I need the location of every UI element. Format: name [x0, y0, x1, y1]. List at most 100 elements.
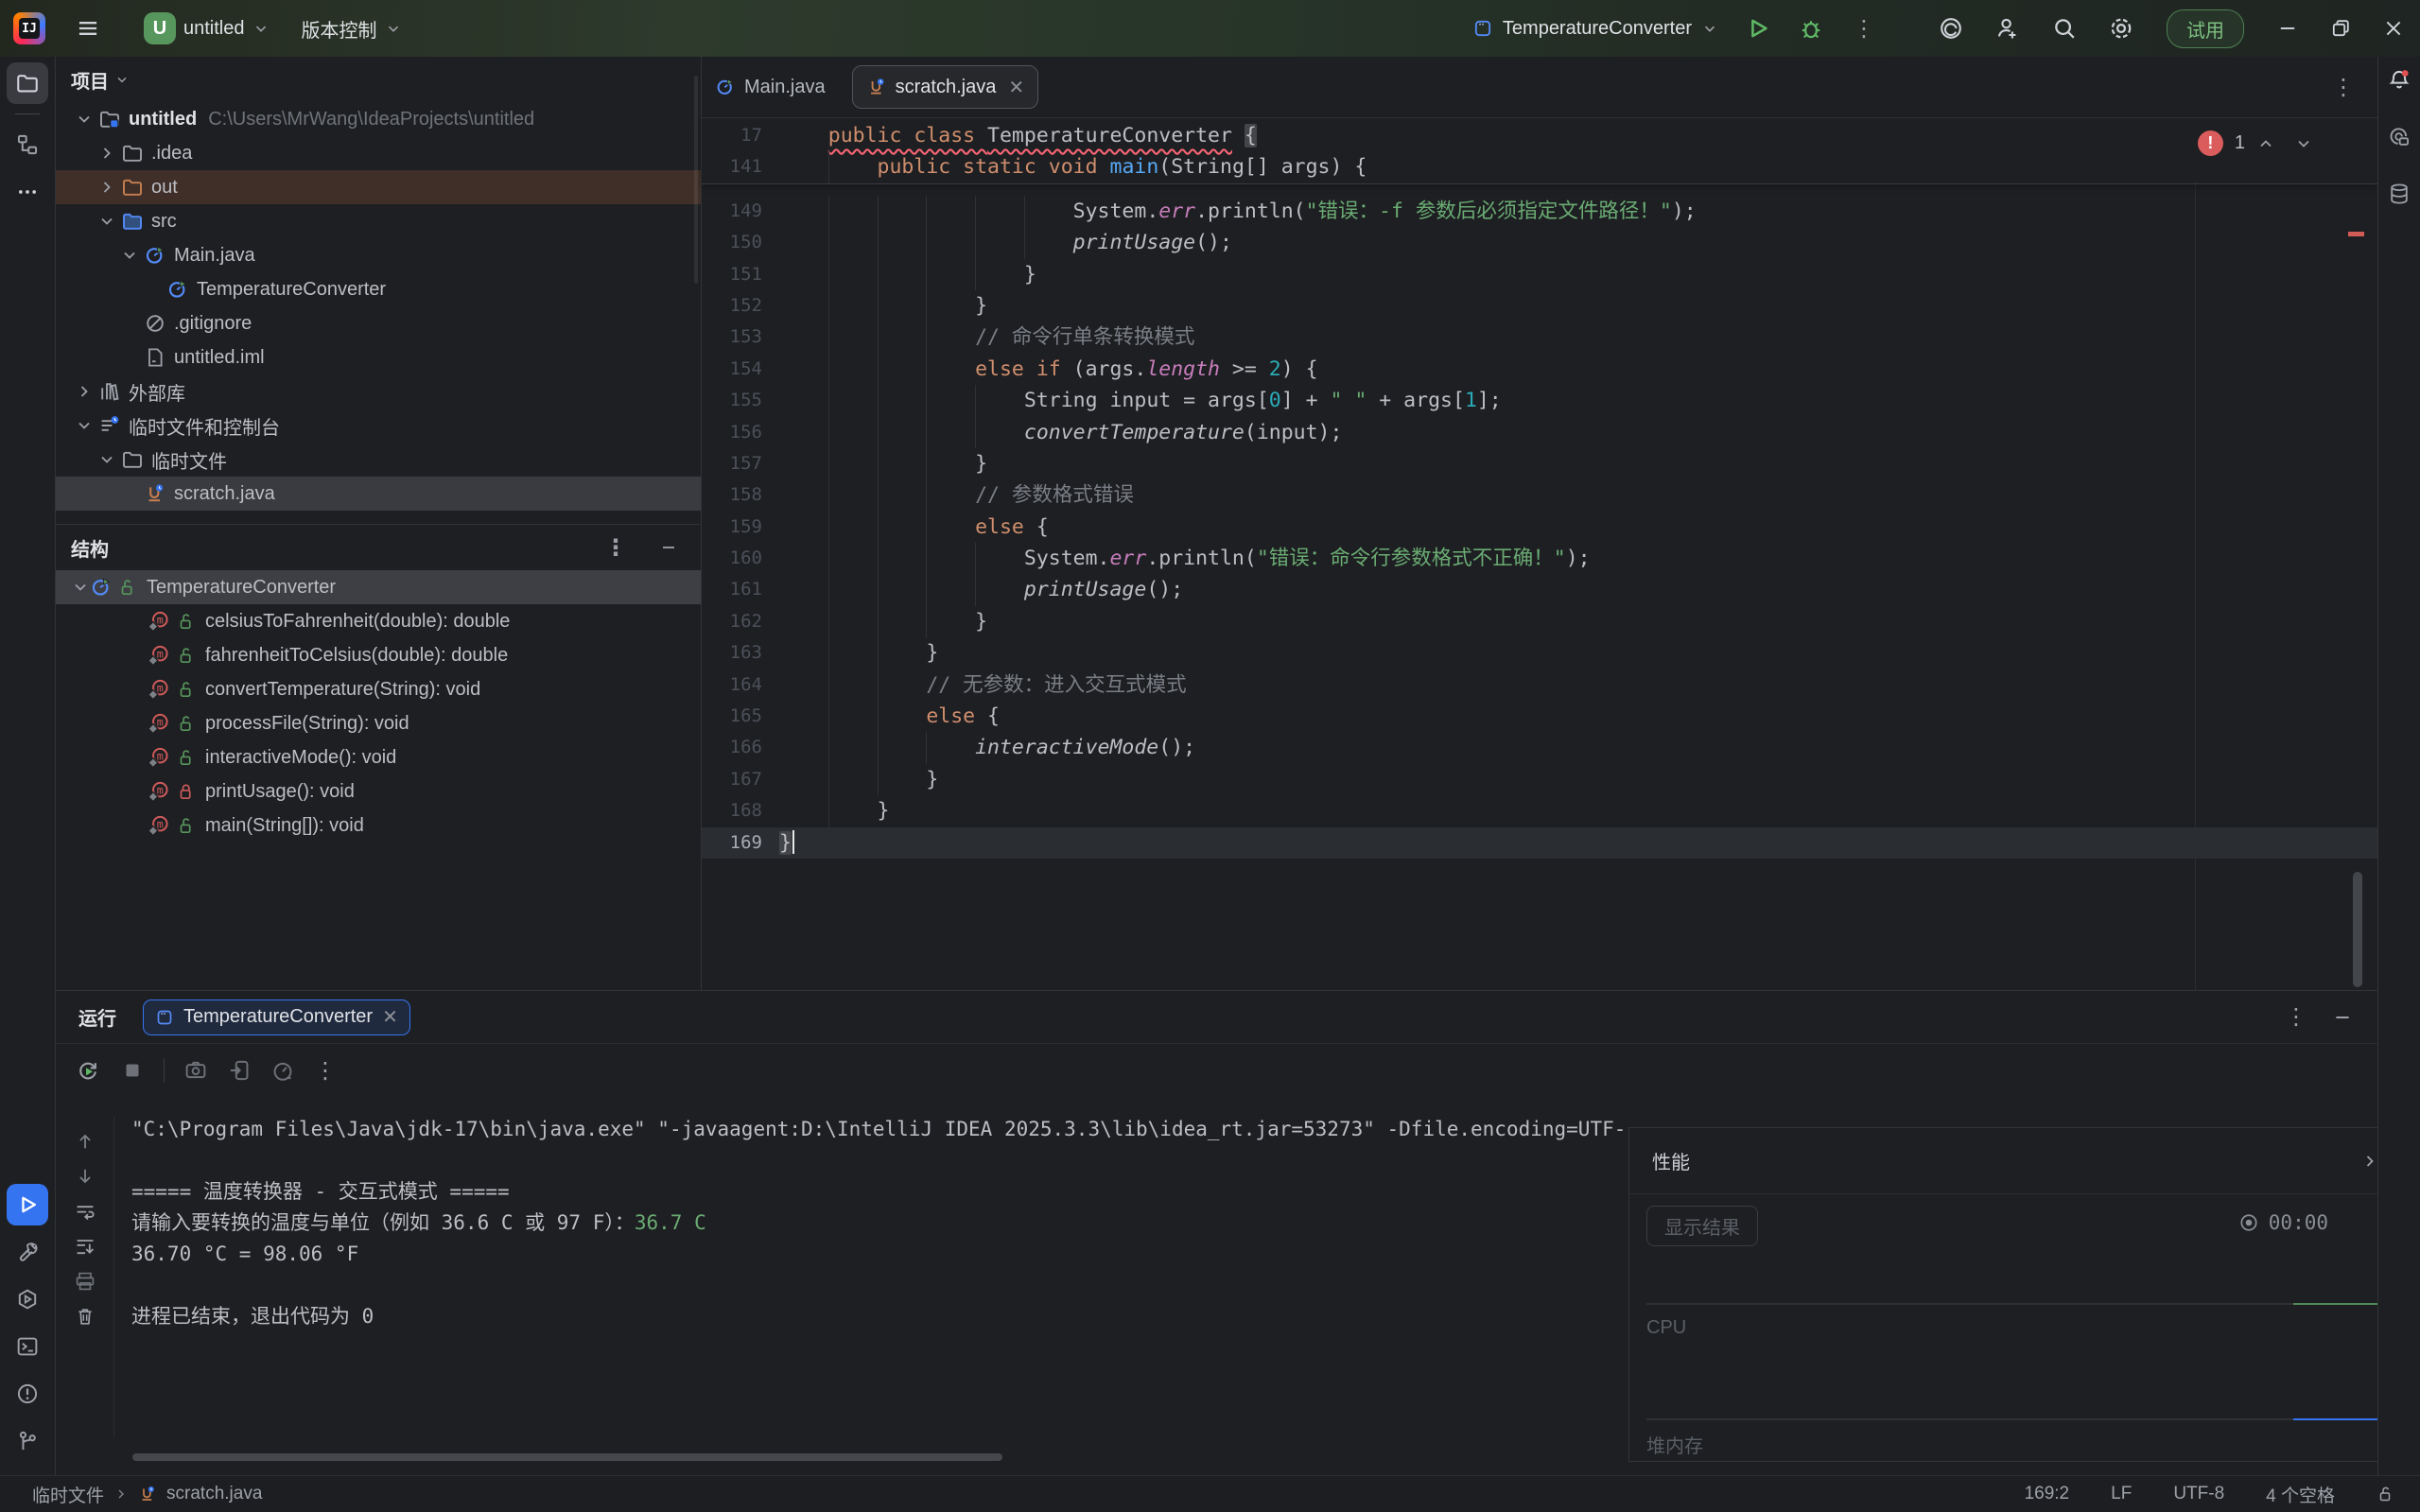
code-line-167[interactable]: 167} [702, 764, 2377, 795]
code-line-163[interactable]: 163} [702, 637, 2377, 669]
project-tree-row-临时文件[interactable]: 临时文件 [56, 443, 701, 477]
structure-row-celsiustofahrenheit[interactable]: mcelsiusToFahrenheit(double): double [56, 604, 701, 638]
code-line-158[interactable]: 158// 参数格式错误 [702, 479, 2377, 511]
code-line-150[interactable]: 150printUsage(); [702, 227, 2377, 258]
inspection-widget[interactable]: ! 1 [2198, 130, 2313, 156]
line-number[interactable]: 141 [702, 151, 762, 182]
code-line-169[interactable]: 169} [702, 827, 2377, 859]
line-separator[interactable]: LF [2111, 1484, 2132, 1504]
chevron-right-icon[interactable] [94, 175, 119, 200]
rerun-icon[interactable] [75, 1057, 101, 1084]
services-tool-button[interactable] [7, 1278, 48, 1320]
fold-gutter[interactable] [762, 354, 779, 385]
more-tools-button[interactable] [7, 171, 48, 213]
chevron-down-icon[interactable] [94, 447, 119, 472]
hide-panel-icon[interactable] [659, 538, 678, 557]
close-tab-icon[interactable]: ✕ [1008, 76, 1024, 99]
run-panel-more-icon[interactable]: ⋮ [2285, 1003, 2307, 1031]
commit-tool-button[interactable] [7, 124, 48, 165]
fold-gutter[interactable] [762, 151, 779, 182]
chevron-up-icon[interactable] [2256, 134, 2275, 153]
chevron-down-icon[interactable] [94, 209, 119, 234]
fold-gutter[interactable] [762, 543, 779, 574]
line-number[interactable]: 151 [702, 259, 762, 290]
close-icon[interactable] [2367, 0, 2420, 57]
project-widget[interactable]: U untitled [134, 7, 279, 50]
debug-icon[interactable] [1798, 15, 1824, 42]
fold-gutter[interactable] [762, 764, 779, 795]
close-run-tab-icon[interactable]: ✕ [382, 1005, 398, 1029]
project-tool-button[interactable] [7, 62, 48, 104]
performance-header[interactable]: 性能 [1629, 1128, 2402, 1194]
screenshot-icon[interactable] [183, 1058, 208, 1083]
chevron-down-icon[interactable] [71, 413, 96, 438]
arrow-up-icon[interactable] [74, 1130, 96, 1153]
console-hscrollbar[interactable] [132, 1453, 1002, 1461]
database-button[interactable] [2381, 176, 2417, 212]
structure-row-printusage[interactable]: mprintUsage(): void [56, 774, 701, 808]
structure-row-interactivemode[interactable]: minteractiveMode(): void [56, 740, 701, 774]
settings-icon[interactable] [2108, 15, 2134, 42]
project-tree-row-src[interactable]: src [56, 204, 701, 238]
fold-gutter[interactable] [762, 417, 779, 448]
project-tree-row-out[interactable]: out [56, 170, 701, 204]
search-icon[interactable] [2051, 15, 2078, 42]
code-line-156[interactable]: 156convertTemperature(input); [702, 417, 2377, 448]
chevron-down-icon[interactable] [71, 107, 96, 131]
line-number[interactable]: 158 [702, 479, 762, 511]
line-number[interactable]: 165 [702, 701, 762, 732]
code-line-154[interactable]: 154else if (args.length >= 2) { [702, 354, 2377, 385]
fold-gutter[interactable] [762, 385, 779, 416]
line-number[interactable]: 168 [702, 795, 762, 826]
build-tool-button[interactable] [7, 1231, 48, 1273]
line-number[interactable]: 149 [702, 196, 762, 227]
dump-threads-icon[interactable] [227, 1058, 252, 1083]
project-tree-row-临时文件和控制台[interactable]: 临时文件和控制台 [56, 408, 701, 443]
code-line-166[interactable]: 166interactiveMode(); [702, 732, 2377, 763]
project-tree-row-untitled-iml[interactable]: untitled.iml [56, 340, 701, 374]
chevron-down-icon[interactable] [2294, 134, 2313, 153]
chevron-down-icon[interactable] [116, 243, 142, 268]
vcs-widget[interactable]: 版本控制 [292, 9, 411, 48]
fold-gutter[interactable] [762, 322, 779, 353]
fold-gutter[interactable] [762, 448, 779, 479]
line-number[interactable]: 155 [702, 385, 762, 416]
problems-tool-button[interactable] [7, 1373, 48, 1415]
line-number[interactable]: 169 [702, 827, 762, 859]
structure-row-fahrenheittocelsius[interactable]: mfahrenheitToCelsius(double): double [56, 638, 701, 672]
code-area[interactable]: 149System.err.println("错误：-f 参数后必须指定文件路径… [702, 184, 2377, 859]
code-line-155[interactable]: 155String input = args[0] + " " + args[1… [702, 385, 2377, 416]
line-number[interactable]: 164 [702, 669, 762, 701]
code-line-149[interactable]: 149System.err.println("错误：-f 参数后必须指定文件路径… [702, 196, 2377, 227]
minimize-icon[interactable] [2261, 0, 2314, 57]
line-number[interactable]: 154 [702, 354, 762, 385]
indent-setting[interactable]: 4 个空格 [2266, 1482, 2335, 1507]
fold-gutter[interactable] [762, 120, 779, 151]
chevron-right-icon[interactable] [71, 379, 96, 404]
add-user-icon[interactable] [1994, 15, 2021, 42]
caret-position[interactable]: 169:2 [2025, 1484, 2070, 1504]
code-line-165[interactable]: 165else { [702, 701, 2377, 732]
fold-gutter[interactable] [762, 259, 779, 290]
fold-gutter[interactable] [762, 669, 779, 701]
tab-main-java[interactable]: Main.java [702, 57, 839, 118]
stop-icon[interactable] [120, 1058, 145, 1083]
structure-row-main[interactable]: mmain(String[]): void [56, 808, 701, 843]
line-number[interactable]: 17 [702, 120, 762, 151]
print-icon[interactable] [74, 1270, 96, 1293]
main-menu-button[interactable] [66, 10, 110, 46]
fold-gutter[interactable] [762, 574, 779, 605]
console-output[interactable]: "C:\Program Files\Java\jdk-17\bin\java.e… [131, 1114, 1624, 1464]
code-line-160[interactable]: 160System.err.println("错误：命令行参数格式不正确！"); [702, 543, 2377, 574]
restore-icon[interactable] [2314, 0, 2367, 57]
ai-chat-button[interactable] [2381, 119, 2417, 155]
project-tree-row-temperatureconverter[interactable]: TemperatureConverter [56, 272, 701, 306]
line-number[interactable]: 160 [702, 543, 762, 574]
code-line-151[interactable]: 151} [702, 259, 2377, 290]
line-number[interactable]: 156 [702, 417, 762, 448]
clear-console-icon[interactable] [74, 1305, 96, 1328]
project-tree-row-idea[interactable]: .idea [56, 136, 701, 170]
code-line-17[interactable]: 17public class TemperatureConverter { [702, 120, 2377, 151]
code-line-168[interactable]: 168} [702, 795, 2377, 826]
line-number[interactable]: 167 [702, 764, 762, 795]
